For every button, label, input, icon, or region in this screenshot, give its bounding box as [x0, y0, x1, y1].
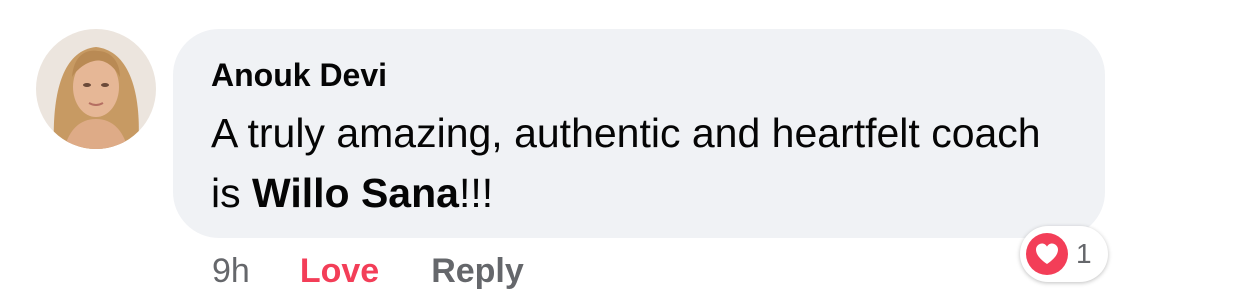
mention-link[interactable]: Willo Sana [252, 170, 459, 216]
comment-author[interactable]: Anouk Devi [211, 55, 1067, 95]
avatar-portrait-image [36, 29, 156, 149]
comment-text-after: !!! [458, 170, 494, 216]
love-button[interactable]: Love [300, 252, 379, 291]
timestamp[interactable]: 9h [212, 252, 250, 291]
comment: Anouk Devi A truly amazing, authentic an… [0, 0, 1242, 299]
reaction-summary[interactable]: 1 [1020, 226, 1108, 282]
reply-button[interactable]: Reply [431, 252, 524, 291]
heart-icon [1026, 233, 1068, 275]
comment-actions: 9h Love Reply [212, 249, 524, 293]
comment-bubble: Anouk Devi A truly amazing, authentic an… [173, 29, 1105, 238]
avatar[interactable] [36, 29, 156, 149]
comment-text: A truly amazing, authentic and heartfelt… [211, 103, 1071, 223]
reaction-count: 1 [1076, 238, 1092, 269]
